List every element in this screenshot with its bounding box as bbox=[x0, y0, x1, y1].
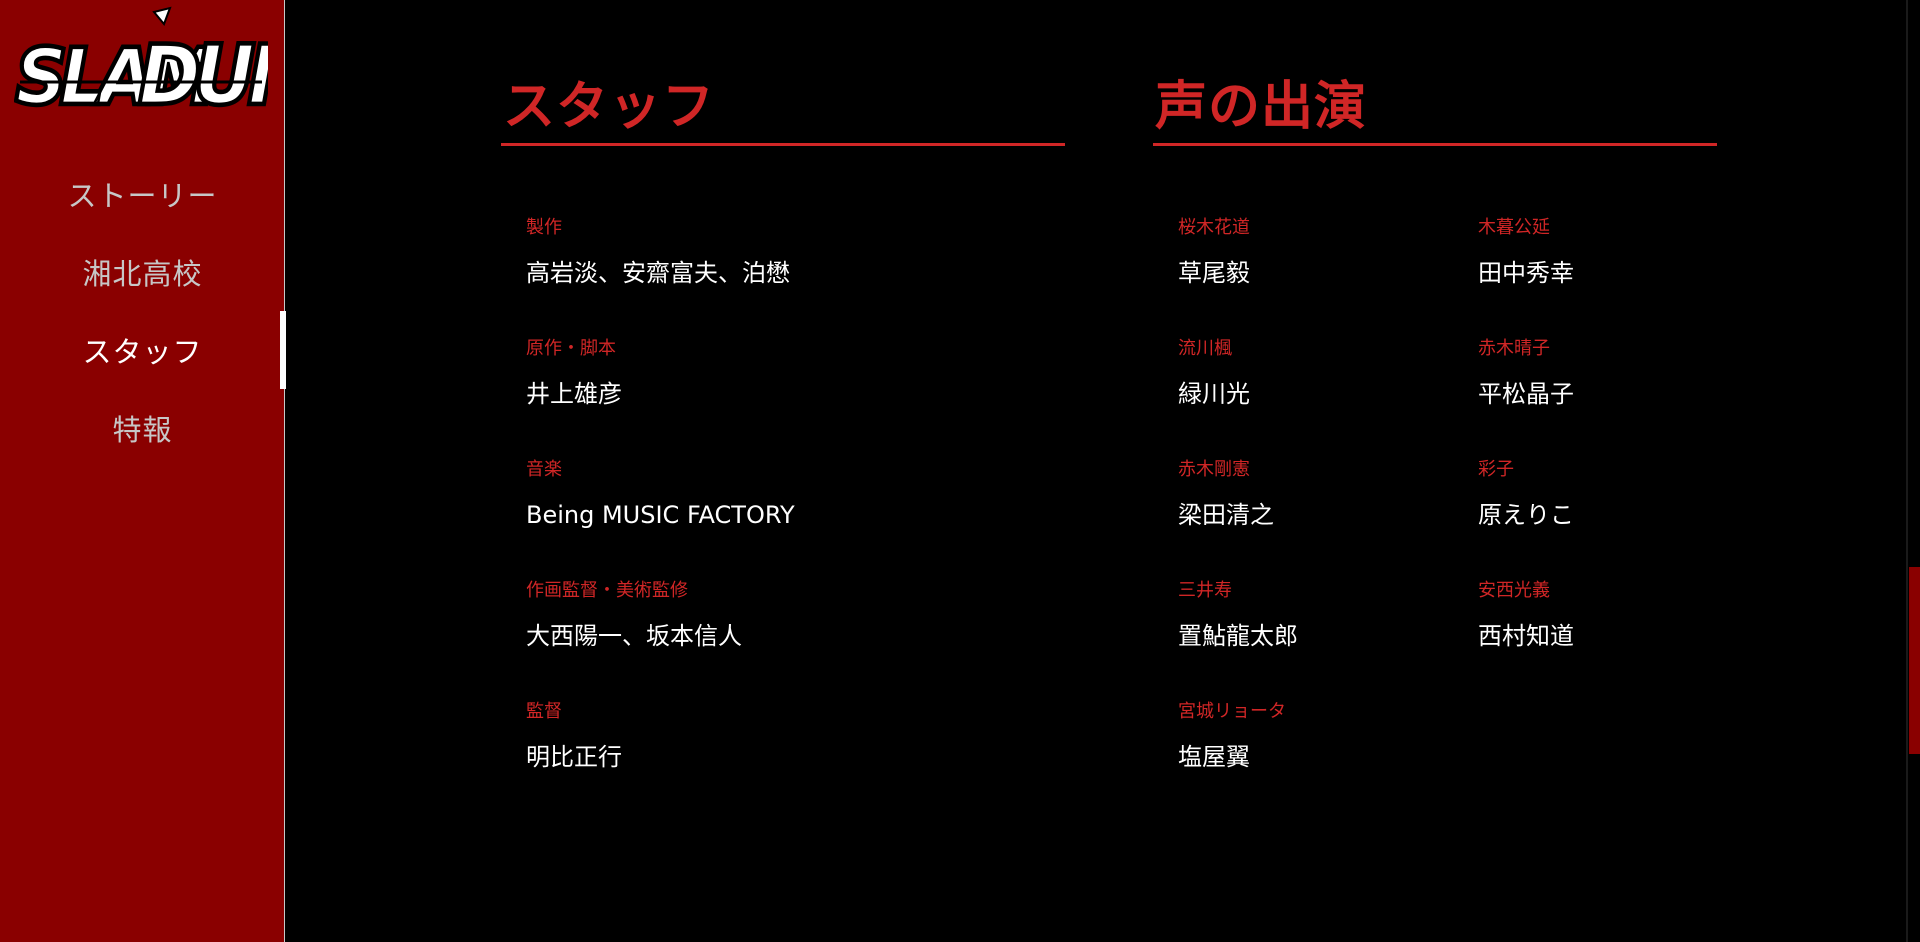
nav-item-shohoku[interactable]: 湘北高校 bbox=[0, 233, 285, 311]
voice-actor-name: 塩屋翼 bbox=[1178, 743, 1250, 771]
credit-name: 明比正行 bbox=[526, 743, 622, 771]
staff-title: スタッフ bbox=[501, 70, 1065, 146]
main-content: スタッフ 製作 高岩淡、安齋富夫、泊懋 原作・脚本 井上雄彦 音楽 Being … bbox=[286, 0, 1906, 942]
nav-item-label: 特報 bbox=[112, 413, 173, 447]
nav-item-label: ストーリー bbox=[67, 179, 218, 213]
credit-role: 音楽 bbox=[526, 459, 562, 480]
staff-credit: 音楽 Being MUSIC FACTORY bbox=[526, 458, 795, 579]
cast-credit: 安西光義 西村知道 bbox=[1478, 579, 1728, 700]
cast-credit: 流川楓 緑川光 bbox=[1178, 337, 1478, 458]
credit-name: Being MUSIC FACTORY bbox=[526, 501, 795, 529]
slam-dunk-logo[interactable]: SLAM SLAM DUNK DUNK bbox=[13, 6, 376, 126]
character-name: 木暮公延 bbox=[1478, 217, 1550, 238]
staff-section: スタッフ 製作 高岩淡、安齋富夫、泊懋 原作・脚本 井上雄彦 音楽 Being … bbox=[501, 70, 1065, 771]
cast-credit: 宮城リョータ 塩屋翼 bbox=[1178, 700, 1478, 821]
nav-item-story[interactable]: ストーリー bbox=[0, 155, 285, 233]
character-name: 三井寿 bbox=[1178, 580, 1232, 601]
cast-credit: 桜木花道 草尾毅 bbox=[1178, 216, 1478, 337]
nav-item-trailer[interactable]: 特報 bbox=[0, 389, 285, 467]
svg-text:DUNK: DUNK bbox=[139, 31, 268, 110]
character-name: 安西光義 bbox=[1478, 580, 1550, 601]
nav-item-label: 湘北高校 bbox=[82, 257, 203, 291]
voice-actor-name: 平松晶子 bbox=[1478, 380, 1574, 408]
voice-actor-name: 原えりこ bbox=[1478, 501, 1574, 529]
credit-name: 井上雄彦 bbox=[526, 380, 622, 408]
character-name: 宮城リョータ bbox=[1178, 701, 1286, 722]
character-name: 赤木晴子 bbox=[1478, 338, 1550, 359]
voice-actor-name: 梁田清之 bbox=[1178, 501, 1274, 529]
main-nav: ストーリー 湘北高校 スタッフ 特報 bbox=[0, 155, 286, 467]
staff-credit: 監督 明比正行 bbox=[526, 700, 795, 821]
character-name: 彩子 bbox=[1478, 459, 1514, 480]
character-name: 桜木花道 bbox=[1178, 217, 1250, 238]
cast-credit: 木暮公延 田中秀幸 bbox=[1478, 216, 1728, 337]
staff-credit: 原作・脚本 井上雄彦 bbox=[526, 337, 795, 458]
nav-item-staff[interactable]: スタッフ bbox=[0, 311, 286, 389]
voice-actor-name: 草尾毅 bbox=[1178, 259, 1250, 287]
staff-credit: 作画監督・美術監修 大西陽一、坂本信人 bbox=[526, 579, 795, 700]
scrollbar-thumb[interactable] bbox=[1909, 567, 1920, 754]
credit-name: 高岩淡、安齋富夫、泊懋 bbox=[526, 259, 790, 287]
credit-role: 作画監督・美術監修 bbox=[526, 580, 688, 601]
voice-actor-name: 西村知道 bbox=[1478, 622, 1574, 650]
scrollbar-track bbox=[1906, 0, 1908, 942]
cast-credit: 三井寿 置鮎龍太郎 bbox=[1178, 579, 1478, 700]
character-name: 赤木剛憲 bbox=[1178, 459, 1250, 480]
credit-role: 監督 bbox=[526, 701, 562, 722]
cast-list: 桜木花道 草尾毅 木暮公延 田中秀幸 流川楓 緑川光 赤木晴子 平松晶子 赤木剛… bbox=[1178, 216, 1728, 821]
voice-actor-name: 田中秀幸 bbox=[1478, 259, 1574, 287]
cast-title: 声の出演 bbox=[1153, 70, 1717, 146]
scrollbar[interactable] bbox=[1906, 0, 1920, 942]
staff-list: 製作 高岩淡、安齋富夫、泊懋 原作・脚本 井上雄彦 音楽 Being MUSIC… bbox=[526, 216, 795, 821]
nav-item-label: スタッフ bbox=[82, 335, 203, 369]
character-name: 流川楓 bbox=[1178, 338, 1232, 359]
credit-role: 製作 bbox=[526, 217, 562, 238]
cast-credit: 赤木剛憲 梁田清之 bbox=[1178, 458, 1478, 579]
cast-credit: 彩子 原えりこ bbox=[1478, 458, 1728, 579]
sidebar: SLAM SLAM DUNK DUNK ストーリー 湘北高校 スタッフ 特報 bbox=[0, 0, 376, 942]
voice-actor-name: 緑川光 bbox=[1178, 380, 1250, 408]
cast-section: 声の出演 桜木花道 草尾毅 木暮公延 田中秀幸 流川楓 緑川光 赤木晴子 平松晶… bbox=[1153, 70, 1717, 771]
credit-role: 原作・脚本 bbox=[526, 338, 616, 359]
credit-name: 大西陽一、坂本信人 bbox=[526, 622, 742, 650]
staff-credit: 製作 高岩淡、安齋富夫、泊懋 bbox=[526, 216, 795, 337]
voice-actor-name: 置鮎龍太郎 bbox=[1178, 622, 1298, 650]
cast-credit: 赤木晴子 平松晶子 bbox=[1478, 337, 1728, 458]
